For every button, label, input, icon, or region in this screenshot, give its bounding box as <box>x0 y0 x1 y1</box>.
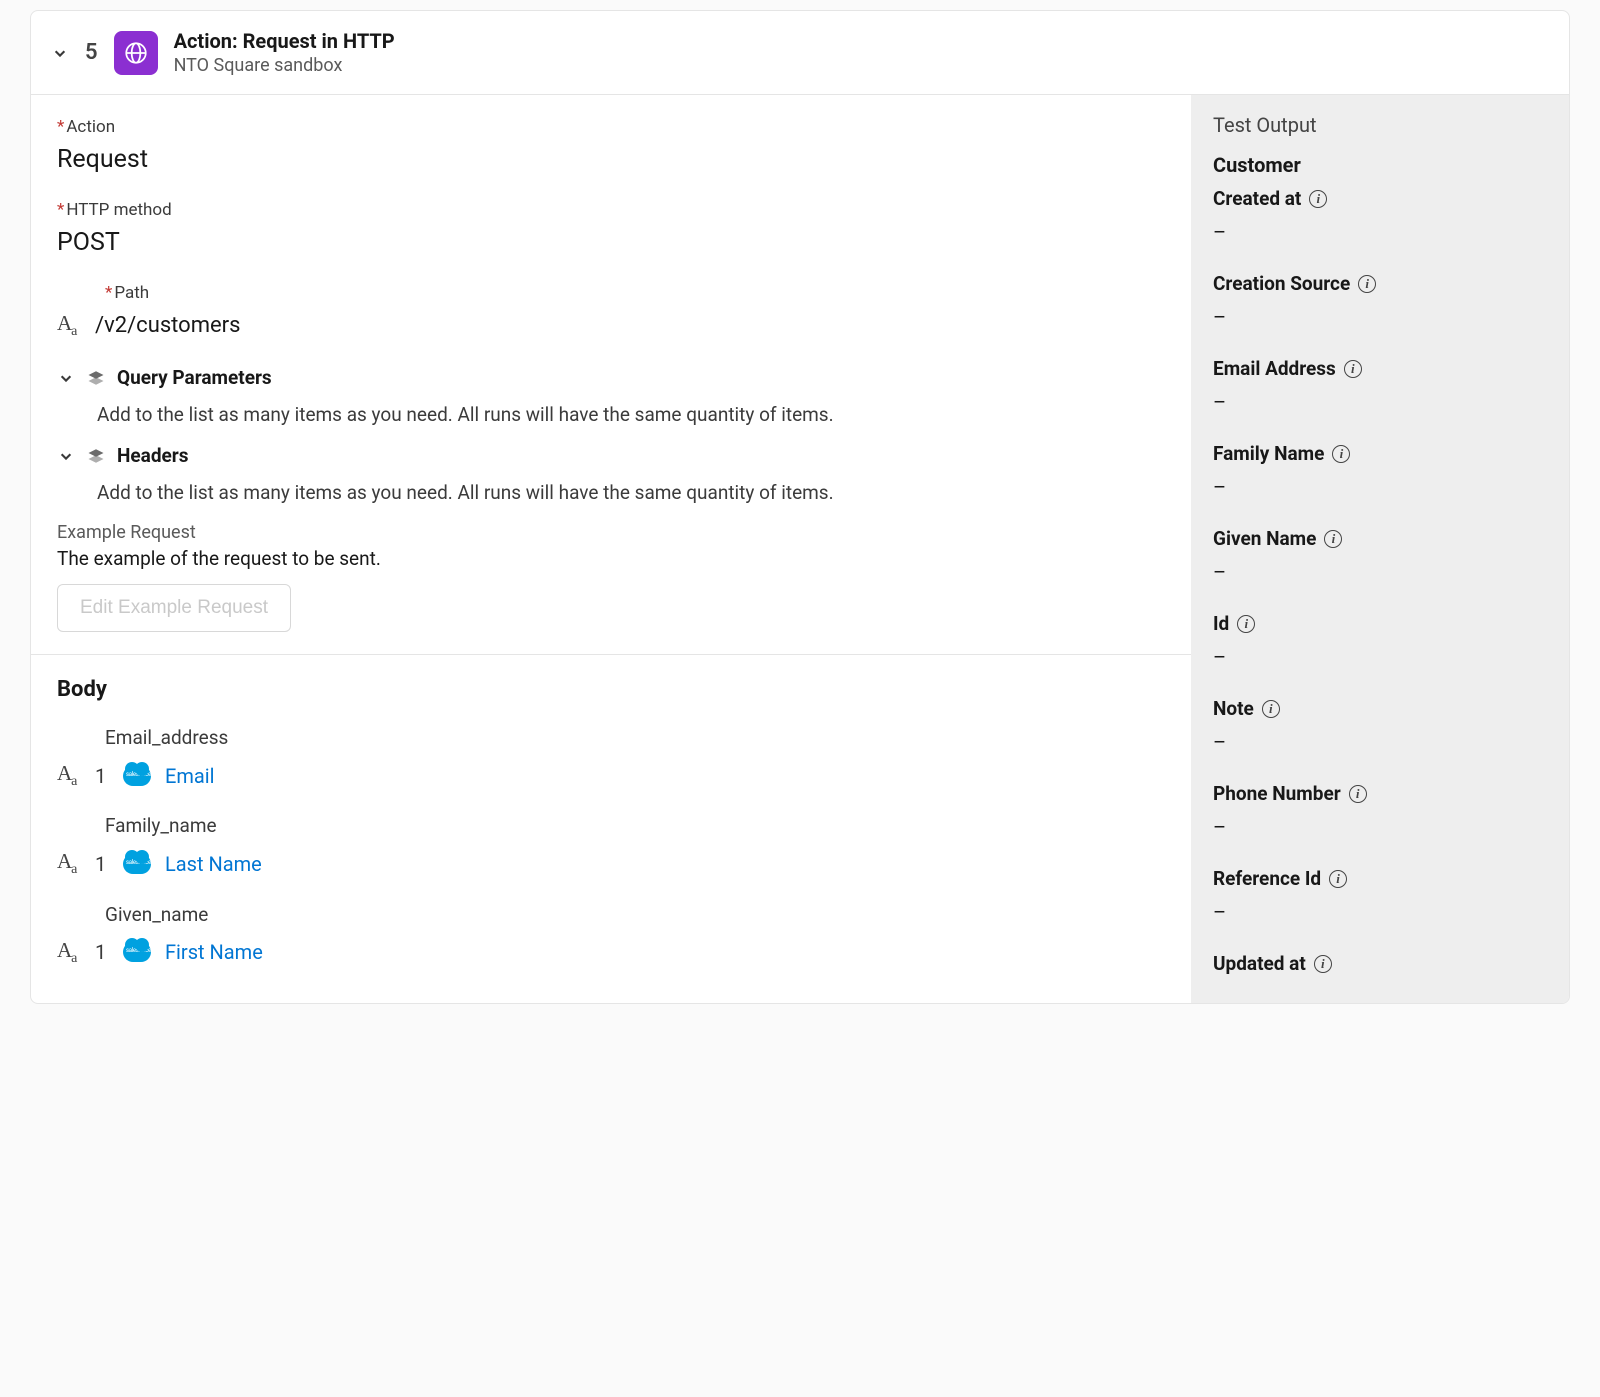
out-field-value: – <box>1213 730 1547 754</box>
text-type-icon: Aa <box>57 849 81 878</box>
action-label: *Action <box>57 117 1165 137</box>
info-icon[interactable]: i <box>1358 275 1376 293</box>
text-type-icon: Aa <box>57 761 81 790</box>
out-field-label: Created at <box>1213 187 1301 210</box>
source-step-index: 1 <box>95 764 109 788</box>
example-desc: The example of the request to be sent. <box>57 547 1165 570</box>
action-value: Request <box>57 145 1165 174</box>
query-params-toggle[interactable]: Query Parameters <box>57 366 1165 389</box>
body-field-value: Last Name <box>165 852 262 876</box>
path-value: /v2/customers <box>95 313 240 338</box>
layers-icon <box>87 447 105 465</box>
query-params-title: Query Parameters <box>117 366 272 389</box>
http-method-label: *HTTP method <box>57 200 1165 220</box>
step-header[interactable]: 5 Action: Request in HTTP NTO Square san… <box>31 11 1569 95</box>
text-type-icon: Aa <box>57 311 81 340</box>
output-section: Customer <box>1213 153 1547 177</box>
path-label: *Path <box>57 283 1165 303</box>
step-number: 5 <box>85 40 98 65</box>
query-params-helper: Add to the list as many items as you nee… <box>57 403 1165 426</box>
out-field-value: – <box>1213 390 1547 414</box>
body-field-value: First Name <box>165 940 263 964</box>
source-step-index: 1 <box>95 940 109 964</box>
output-title: Test Output <box>1213 113 1547 137</box>
out-field-label: Email Address <box>1213 357 1336 380</box>
chevron-down-icon <box>57 447 75 465</box>
source-step-index: 1 <box>95 852 109 876</box>
body-field-row[interactable]: Aa 1 salesforce Last Name <box>57 849 1165 878</box>
out-field-label: Phone Number <box>1213 782 1341 805</box>
salesforce-icon: salesforce <box>123 854 151 874</box>
out-field-label: Updated at <box>1213 952 1306 975</box>
out-field-value: – <box>1213 475 1547 499</box>
edit-example-button[interactable]: Edit Example Request <box>57 584 291 632</box>
headers-toggle[interactable]: Headers <box>57 444 1165 467</box>
info-icon[interactable]: i <box>1344 360 1362 378</box>
out-field-label: Family Name <box>1213 442 1324 465</box>
out-field-label: Id <box>1213 612 1229 635</box>
headers-title: Headers <box>117 444 189 467</box>
body-title: Body <box>57 677 1165 702</box>
out-field-label: Note <box>1213 697 1254 720</box>
out-field-value: – <box>1213 900 1547 924</box>
info-icon[interactable]: i <box>1349 785 1367 803</box>
example-label: Example Request <box>57 522 1165 543</box>
body-field-value: Email <box>165 764 215 788</box>
out-field-label: Reference Id <box>1213 867 1321 890</box>
info-icon[interactable]: i <box>1314 955 1332 973</box>
out-field-value: – <box>1213 645 1547 669</box>
headers-helper: Add to the list as many items as you nee… <box>57 481 1165 504</box>
chevron-down-icon <box>57 369 75 387</box>
http-method-value: POST <box>57 228 1165 257</box>
body-field-label: Given_name <box>57 903 1165 926</box>
out-field-value: – <box>1213 815 1547 839</box>
http-globe-icon <box>114 31 158 75</box>
info-icon[interactable]: i <box>1329 870 1347 888</box>
body-field-row[interactable]: Aa 1 salesforce First Name <box>57 938 1165 967</box>
info-icon[interactable]: i <box>1324 530 1342 548</box>
out-field-label: Given Name <box>1213 527 1316 550</box>
salesforce-icon: salesforce <box>123 766 151 786</box>
salesforce-icon: salesforce <box>123 942 151 962</box>
info-icon[interactable]: i <box>1332 445 1350 463</box>
out-field-label: Creation Source <box>1213 272 1350 295</box>
output-panel: Test Output Customer Created at i – Creat… <box>1191 95 1569 1003</box>
body-field-label: Email_address <box>57 726 1165 749</box>
step-subtitle: NTO Square sandbox <box>174 55 395 76</box>
chevron-down-icon[interactable] <box>51 44 69 62</box>
out-field-value: – <box>1213 220 1547 244</box>
text-type-icon: Aa <box>57 938 81 967</box>
body-field-label: Family_name <box>57 814 1165 837</box>
out-field-value: – <box>1213 560 1547 584</box>
body-field-row[interactable]: Aa 1 salesforce Email <box>57 761 1165 790</box>
step-title: Action: Request in HTTP <box>174 29 395 53</box>
out-field-value: – <box>1213 305 1547 329</box>
info-icon[interactable]: i <box>1309 190 1327 208</box>
info-icon[interactable]: i <box>1262 700 1280 718</box>
info-icon[interactable]: i <box>1237 615 1255 633</box>
layers-icon <box>87 369 105 387</box>
